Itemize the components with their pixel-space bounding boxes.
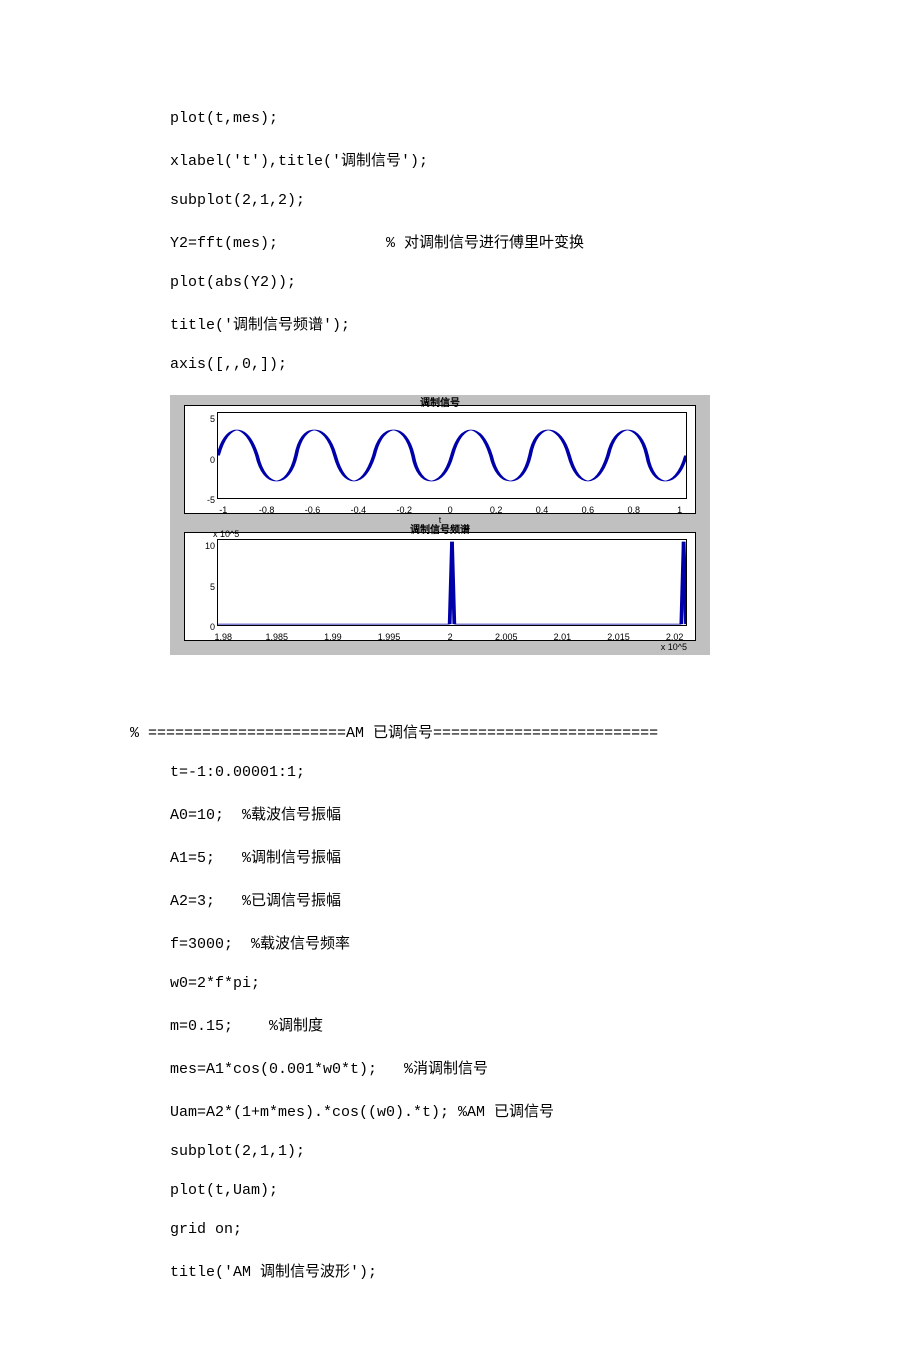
x-tick: -1	[219, 505, 227, 515]
code-line: grid on;	[170, 1221, 750, 1238]
spectrum-icon	[218, 540, 686, 625]
x-tick: 2.02	[666, 632, 684, 642]
code-line: title('调制信号频谱');	[170, 313, 750, 334]
code-line: subplot(2,1,1);	[170, 1143, 750, 1160]
x-tick: 0.2	[490, 505, 503, 515]
x-tick: 0.6	[582, 505, 595, 515]
subplot-modulation-signal: 调制信号 5 0 -5 -1 -0.8 -0.6 -0.4 -0.2 0 0.2…	[184, 405, 696, 514]
y-tick: 5	[185, 582, 215, 592]
x-tick: 1.99	[324, 632, 342, 642]
x-tick: 1.98	[214, 632, 232, 642]
y-tick: 5	[185, 414, 215, 424]
x-tick: -0.6	[305, 505, 321, 515]
code-line: xlabel('t'),title('调制信号');	[170, 149, 750, 170]
x-tick: -0.8	[259, 505, 275, 515]
x-tick: 1	[677, 505, 682, 515]
x-axis-exponent: x 10^5	[661, 642, 687, 652]
code-block-1: plot(t,mes); xlabel('t'),title('调制信号'); …	[170, 110, 750, 373]
x-tick: -0.4	[351, 505, 367, 515]
x-tick: 2	[448, 632, 453, 642]
y-tick: 10	[185, 541, 215, 551]
code-line: Y2=fft(mes); % 对调制信号进行傅里叶变换	[170, 231, 750, 252]
x-tick: 2.01	[554, 632, 572, 642]
x-tick: 2.015	[607, 632, 630, 642]
code-line: mes=A1*cos(0.001*w0*t); %消调制信号	[170, 1057, 750, 1078]
x-tick: -0.2	[397, 505, 413, 515]
code-block-2: t=-1:0.00001:1; A0=10; %载波信号振幅 A1=5; %调制…	[170, 764, 750, 1281]
x-tick: 1.985	[266, 632, 289, 642]
code-line: plot(t,Uam);	[170, 1182, 750, 1199]
code-line: f=3000; %载波信号频率	[170, 932, 750, 953]
code-line: title('AM 调制信号波形');	[170, 1260, 750, 1281]
document-page: plot(t,mes); xlabel('t'),title('调制信号'); …	[0, 0, 920, 1363]
plot-area	[217, 412, 687, 499]
code-line: m=0.15; %调制度	[170, 1014, 750, 1035]
code-line: Uam=A2*(1+m*mes).*cos((w0).*t); %AM 已调信号	[170, 1100, 750, 1121]
chart-title: 调制信号	[185, 394, 695, 409]
y-tick: -5	[185, 495, 215, 505]
code-line: plot(t,mes);	[170, 110, 750, 127]
code-line: axis([,,0,]);	[170, 356, 750, 373]
x-tick: 0	[448, 505, 453, 515]
chart-title: 调制信号频谱	[185, 521, 695, 536]
y-axis-exponent: x 10^5	[213, 529, 239, 539]
section-divider: % ======================AM 已调信号=========…	[130, 721, 750, 742]
y-tick: 0	[185, 455, 215, 465]
plot-area	[217, 539, 687, 626]
code-line: plot(abs(Y2));	[170, 274, 750, 291]
matlab-figure: 调制信号 5 0 -5 -1 -0.8 -0.6 -0.4 -0.2 0 0.2…	[170, 395, 710, 655]
x-tick: 0.4	[536, 505, 549, 515]
x-tick: 0.8	[628, 505, 641, 515]
x-tick: 1.995	[378, 632, 401, 642]
code-line: A0=10; %载波信号振幅	[170, 803, 750, 824]
code-line: A1=5; %调制信号振幅	[170, 846, 750, 867]
y-tick: 0	[185, 622, 215, 632]
sine-wave-icon	[218, 413, 686, 498]
subplot-spectrum: 调制信号频谱 x 10^5 10 5 0 1.98 1.985 1.99 1.9	[184, 532, 696, 641]
x-tick: 2.005	[495, 632, 518, 642]
code-line: A2=3; %已调信号振幅	[170, 889, 750, 910]
code-line: w0=2*f*pi;	[170, 975, 750, 992]
code-line: t=-1:0.00001:1;	[170, 764, 750, 781]
code-line: subplot(2,1,2);	[170, 192, 750, 209]
